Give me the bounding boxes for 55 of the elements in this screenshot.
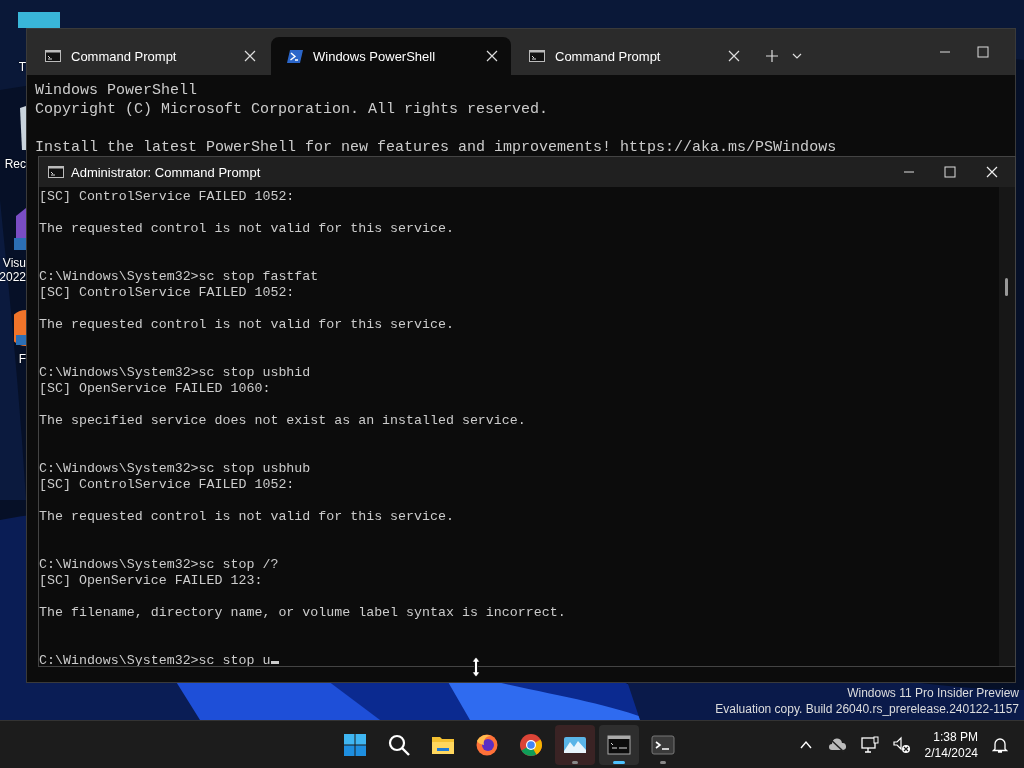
shortcut-label: 2022 (0, 270, 26, 284)
volume-muted-icon[interactable] (892, 735, 911, 754)
console-icon (607, 732, 631, 757)
taskbar-button[interactable] (555, 724, 595, 765)
powershell-icon (287, 49, 303, 63)
taskbar-button[interactable] (599, 724, 639, 765)
output-line: The filename, directory name, or volume label syntax is incorrect. (39, 605, 566, 620)
shortcut-label: Visu (2, 256, 26, 270)
firefox-icon (475, 732, 499, 757)
terminal-tab[interactable]: Command Prompt (29, 37, 269, 75)
close-icon[interactable] (727, 49, 741, 63)
command-line: C:\Windows\System32>sc stop usbhid (39, 365, 311, 380)
output-line: The specified service does not exist as an installed service. (39, 413, 526, 428)
output-line: [SC] ControlService FAILED 1052: (39, 477, 295, 492)
search-icon (387, 732, 411, 757)
console-line: Copyright (C) Microsoft Corporation. All rights reserved. (35, 101, 549, 118)
close-icon[interactable] (985, 165, 999, 179)
output-line: [SC] ControlService FAILED 1052: (39, 189, 295, 204)
shortcut-label: Rec (4, 157, 26, 171)
notice-text: Windows 11 Pro Insider Preview (847, 686, 1019, 700)
console-icon (45, 50, 61, 62)
window-title: Administrator: Command Prompt (71, 164, 261, 180)
close-icon[interactable] (243, 49, 257, 63)
command-line: C:\Windows\System32>sc stop usbhub (39, 461, 311, 476)
output-line: [SC] ControlService FAILED 1052: (39, 285, 295, 300)
chrome-icon (519, 732, 543, 757)
console-line: Windows PowerShell (35, 82, 198, 99)
cloud-off-icon[interactable] (826, 736, 847, 753)
maximize-icon[interactable] (944, 166, 956, 178)
bell-icon[interactable] (992, 735, 1008, 754)
terminal-icon (651, 732, 675, 757)
scrollbar[interactable] (999, 187, 1015, 666)
command-line: C:\Windows\System32>sc stop /? (39, 557, 279, 572)
command-line: C:\Windows\System32>sc stop fastfat (39, 269, 319, 284)
console-icon (48, 166, 64, 178)
plus-icon[interactable] (765, 49, 779, 63)
maximize-icon[interactable] (977, 46, 989, 58)
shortcut-label: F (18, 352, 26, 366)
console-icon (529, 50, 545, 62)
network-icon[interactable] (860, 735, 879, 754)
output-line: [SC] OpenService FAILED 123: (39, 573, 263, 588)
notice-text: Evaluation copy. Build 26040.rs_prerelease.240122-1157 (715, 702, 1019, 716)
console-line: Install the latest PowerShell for new features and improvements! https://aka.ms/PSWindows (35, 139, 837, 156)
output-line: [SC] OpenService FAILED 1060: (39, 381, 271, 396)
output-line: The requested control is not valid for this service. (39, 221, 454, 236)
shortcut-icon[interactable] (14, 310, 26, 346)
shortcut-label: T (18, 60, 26, 74)
close-icon[interactable] (485, 49, 499, 63)
terminal-tab[interactable]: Command Prompt (513, 37, 753, 75)
command-line: C:\Windows\System32>sc stop u (39, 653, 271, 666)
output-line: The requested control is not valid for this service. (39, 509, 454, 524)
terminal-tab[interactable]: Windows PowerShell (271, 37, 511, 75)
output-line: The requested control is not valid for this service. (39, 317, 454, 332)
windows-logo-icon (343, 732, 367, 757)
clock[interactable]: 1:38 PM 2/14/2024 (924, 728, 978, 761)
